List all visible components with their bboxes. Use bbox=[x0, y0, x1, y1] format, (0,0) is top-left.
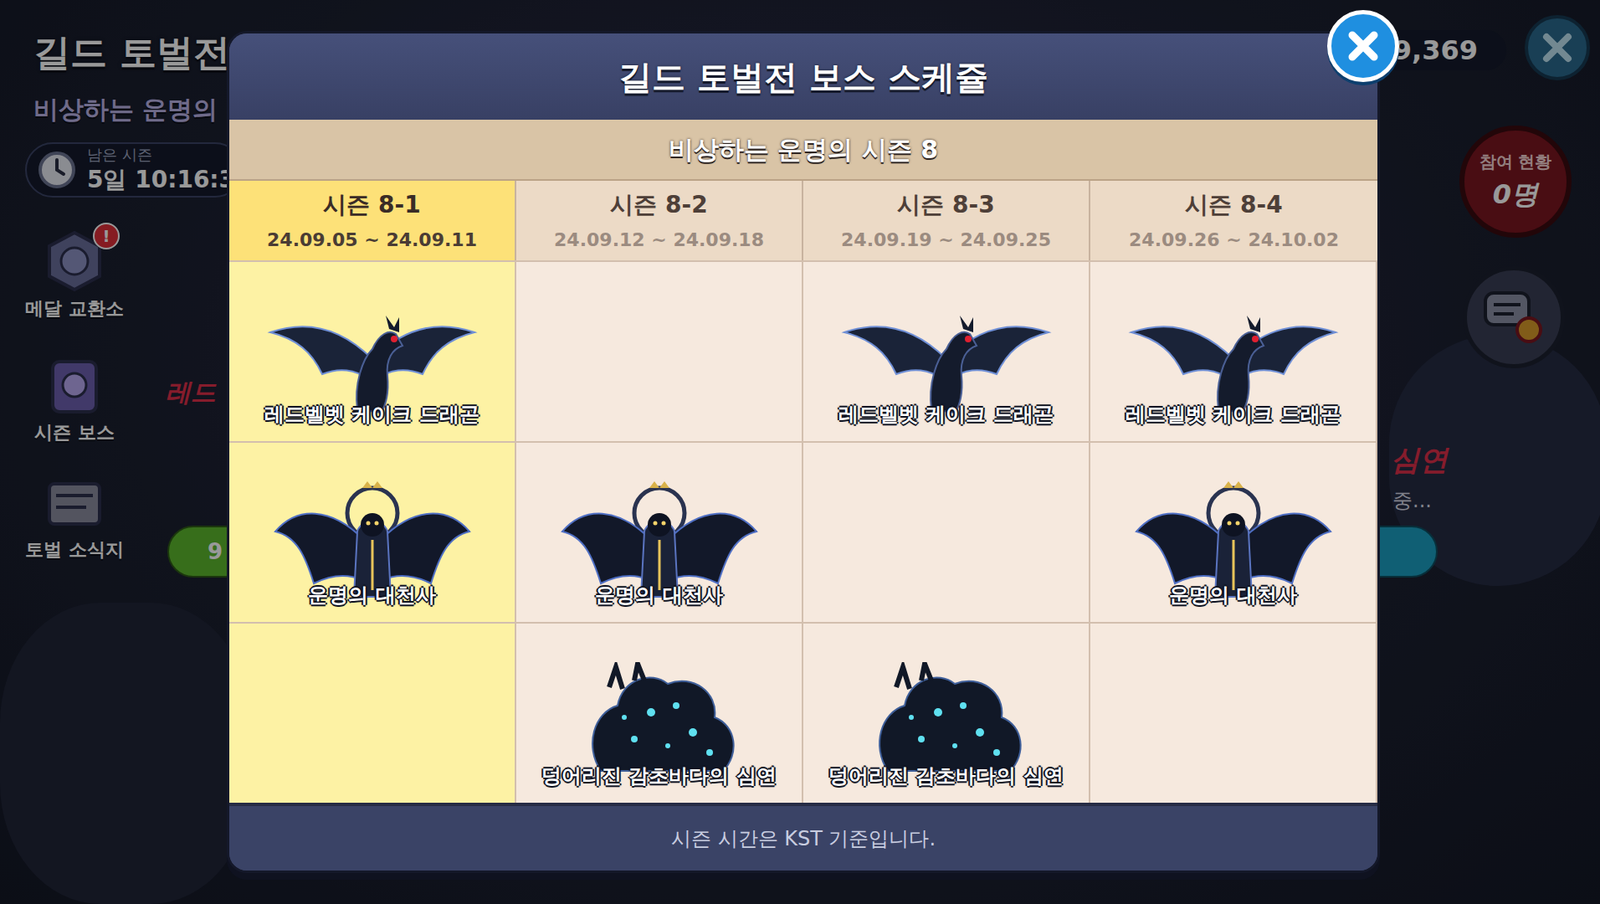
schedule-cell: 덩어리진 감초바다의 심연 bbox=[803, 621, 1091, 803]
column-header[interactable]: 시즌 8-324.09.19 ~ 24.09.25 bbox=[803, 180, 1091, 261]
boss-name: 레드벨벳 케이크 드래곤 bbox=[838, 399, 1054, 430]
schedule-cell: 레드벨벳 케이크 드래곤 bbox=[803, 260, 1091, 442]
archangel-icon bbox=[550, 481, 769, 599]
column-header[interactable]: 시즌 8-224.09.12 ~ 24.09.18 bbox=[516, 180, 804, 261]
boss-name: 운명의 대천사 bbox=[1169, 579, 1297, 611]
schedule-cell: 레드벨벳 케이크 드래곤 bbox=[229, 260, 517, 442]
abyss-icon bbox=[550, 661, 769, 780]
column-header[interactable]: 시즌 8-124.09.05 ~ 24.09.11 bbox=[229, 180, 517, 261]
modal-header: 길드 토벌전 보스 스케쥴 bbox=[229, 33, 1378, 120]
modal-footer: 시즌 시간은 KST 기준입니다. bbox=[229, 802, 1378, 871]
archangel-icon bbox=[263, 481, 482, 599]
column-label: 시즌 8-1 bbox=[323, 187, 421, 223]
column-dates: 24.09.12 ~ 24.09.18 bbox=[553, 225, 765, 254]
column-label: 시즌 8-3 bbox=[897, 187, 995, 223]
boss-name: 레드벨벳 케이크 드래곤 bbox=[264, 399, 480, 430]
column-dates: 24.09.26 ~ 24.10.02 bbox=[1128, 225, 1339, 254]
close-icon bbox=[1346, 29, 1380, 63]
schedule-cell: 운명의 대천사 bbox=[1090, 441, 1378, 622]
dragon-icon bbox=[837, 300, 1056, 418]
archangel-icon bbox=[1124, 481, 1343, 599]
column-label: 시즌 8-2 bbox=[610, 187, 708, 223]
column-headers: 시즌 8-124.09.05 ~ 24.09.11시즌 8-224.09.12 … bbox=[229, 180, 1378, 261]
schedule-cell bbox=[229, 621, 517, 803]
schedule-modal: 길드 토벌전 보스 스케쥴비상하는 운명의 시즌 8 시즌 8-124.09.05… bbox=[226, 30, 1380, 873]
season-bar: 비상하는 운명의 시즌 8 bbox=[229, 119, 1378, 181]
boss-name: 덩어리진 감초바다의 심연 bbox=[541, 760, 777, 791]
boss-name: 운명의 대천사 bbox=[594, 579, 723, 611]
dragon-icon bbox=[1124, 300, 1343, 418]
season-title: 비상하는 운명의 시즌 8 bbox=[668, 130, 939, 169]
column-header[interactable]: 시즌 8-424.09.26 ~ 24.10.02 bbox=[1090, 180, 1378, 261]
boss-name: 레드벨벳 케이크 드래곤 bbox=[1125, 399, 1341, 430]
boss-name: 덩어리진 감초바다의 심연 bbox=[828, 760, 1064, 791]
schedule-cell: 운명의 대천사 bbox=[229, 441, 517, 622]
column-label: 시즌 8-4 bbox=[1184, 187, 1283, 223]
close-button[interactable] bbox=[1327, 10, 1400, 83]
dragon-icon bbox=[263, 300, 482, 418]
schedule-cell: 덩어리진 감초바다의 심연 bbox=[516, 621, 804, 803]
schedule-cell bbox=[516, 260, 804, 442]
footer-note: 시즌 시간은 KST 기준입니다. bbox=[671, 823, 936, 854]
schedule-cell: 운명의 대천사 bbox=[516, 441, 804, 622]
schedule-cell: 레드벨벳 케이크 드래곤 bbox=[1090, 260, 1378, 442]
schedule-cell bbox=[803, 441, 1091, 622]
modal-title: 길드 토벌전 보스 스케쥴 bbox=[618, 51, 989, 103]
column-dates: 24.09.19 ~ 24.09.25 bbox=[841, 225, 1052, 254]
schedule-cell bbox=[1090, 621, 1378, 803]
column-dates: 24.09.05 ~ 24.09.11 bbox=[266, 225, 477, 254]
boss-name: 운명의 대천사 bbox=[307, 579, 436, 611]
schedule-grid: 레드벨벳 케이크 드래곤 레드벨벳 케이크 드래곤 레드벨벳 케이크 드래곤운명의 … bbox=[229, 260, 1378, 803]
abyss-icon bbox=[837, 661, 1056, 780]
